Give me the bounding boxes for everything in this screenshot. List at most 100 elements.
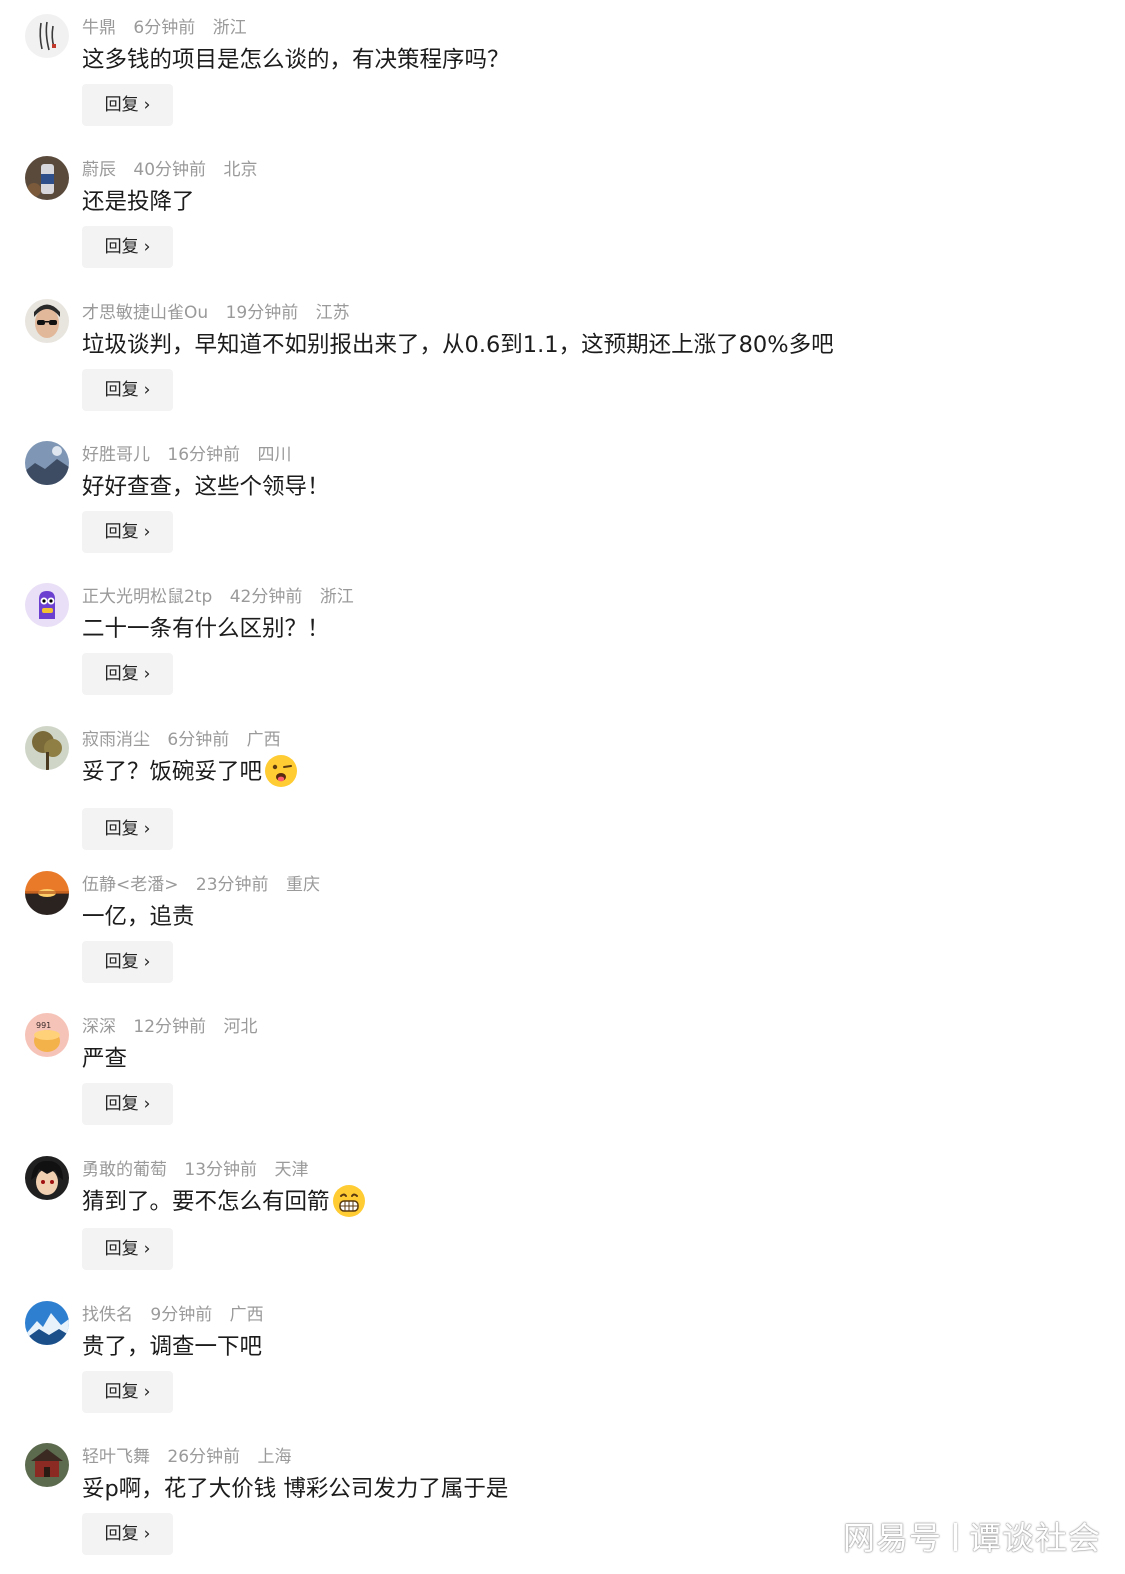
- reply-label: 回复: [104, 1382, 139, 1402]
- reply-button[interactable]: 回复 ›: [82, 808, 173, 850]
- comment-text: 一亿，追责: [82, 899, 195, 935]
- reply-label: 回复: [104, 1524, 139, 1544]
- watermark-platform: 网易号: [842, 1519, 942, 1557]
- reply-label: 回复: [104, 664, 139, 684]
- avatar[interactable]: [25, 583, 69, 627]
- location: 天津: [274, 1160, 309, 1180]
- comment-meta: 好胜哥儿 16分钟前 四川: [82, 443, 303, 467]
- location: 浙江: [212, 18, 247, 38]
- reply-label: 回复: [104, 95, 139, 115]
- username[interactable]: 正大光明松鼠2tp: [82, 587, 212, 607]
- comment-text-content: 妥了？饭碗妥了吧: [82, 759, 263, 785]
- comment-text: 这多钱的项目是怎么谈的，有决策程序吗？: [82, 42, 510, 78]
- comment-text-content: 垃圾谈判，早知道不如别报出来了，从0.6到1.1，这预期还上涨了80%多吧: [82, 332, 834, 358]
- username[interactable]: 轻叶飞舞: [82, 1447, 150, 1467]
- comment-text: 猜到了。要不怎么有回箭: [82, 1184, 366, 1220]
- reply-label: 回复: [104, 952, 139, 972]
- reply-button[interactable]: 回复 ›: [82, 941, 173, 983]
- reply-button[interactable]: 回复 ›: [82, 369, 173, 411]
- chevron-right-icon: ›: [143, 380, 151, 400]
- reply-label: 回复: [104, 819, 139, 839]
- reply-label: 回复: [104, 380, 139, 400]
- location: 北京: [223, 160, 258, 180]
- avatar[interactable]: [25, 441, 69, 485]
- username[interactable]: 伍静<老潘>: [82, 875, 179, 895]
- location: 上海: [257, 1447, 292, 1467]
- username[interactable]: 找佚名: [82, 1305, 133, 1325]
- avatar[interactable]: [25, 14, 69, 58]
- username[interactable]: 勇敢的葡萄: [82, 1160, 167, 1180]
- comment-text: 贵了，调查一下吧: [82, 1329, 262, 1365]
- username[interactable]: 蔚辰: [82, 160, 116, 180]
- comment-meta: 寂雨消尘 6分钟前 广西: [82, 728, 293, 752]
- username[interactable]: 寂雨消尘: [82, 730, 150, 750]
- location: 广西: [229, 1305, 264, 1325]
- reply-label: 回复: [104, 1094, 139, 1114]
- comment-text-content: 好好查查，这些个领导！: [82, 474, 330, 500]
- chevron-right-icon: ›: [143, 95, 151, 115]
- comment-text-content: 这多钱的项目是怎么谈的，有决策程序吗？: [82, 47, 510, 73]
- comment-meta: 才思敏捷山雀Ou 19分钟前 江苏: [82, 301, 362, 325]
- username[interactable]: 好胜哥儿: [82, 445, 150, 465]
- avatar[interactable]: [25, 726, 69, 770]
- avatar[interactable]: 991: [25, 1013, 69, 1057]
- comment-item: 勇敢的葡萄 13分钟前 天津 猜到了。要不怎么有回箭 回复 ›: [0, 1142, 1125, 1284]
- chevron-right-icon: ›: [143, 952, 151, 972]
- reply-button[interactable]: 回复 ›: [82, 511, 173, 553]
- location: 四川: [257, 445, 292, 465]
- avatar[interactable]: [25, 299, 69, 343]
- avatar[interactable]: [25, 1443, 69, 1487]
- reply-button[interactable]: 回复 ›: [82, 653, 173, 695]
- avatar[interactable]: [25, 871, 69, 915]
- chevron-right-icon: ›: [143, 1239, 151, 1259]
- timestamp: 23分钟前: [195, 875, 269, 895]
- location: 浙江: [319, 587, 354, 607]
- reply-button[interactable]: 回复 ›: [82, 1083, 173, 1125]
- comment-item: 991 深深 12分钟前 河北 严查 回复 ›: [0, 999, 1125, 1141]
- watermark: 网易号 谭谈社会: [843, 1518, 1101, 1558]
- reply-button[interactable]: 回复 ›: [82, 1371, 173, 1413]
- reply-label: 回复: [104, 237, 139, 257]
- comment-meta: 伍静<老潘> 23分钟前 重庆: [82, 873, 332, 897]
- svg-text:991: 991: [36, 1021, 51, 1030]
- watermark-account: 谭谈社会: [968, 1519, 1101, 1557]
- reply-button[interactable]: 回复 ›: [82, 1513, 173, 1555]
- username[interactable]: 深深: [82, 1017, 116, 1037]
- chevron-right-icon: ›: [143, 237, 151, 257]
- chevron-right-icon: ›: [143, 522, 151, 542]
- chevron-right-icon: ›: [143, 819, 151, 839]
- comment-meta: 正大光明松鼠2tp 42分钟前 浙江: [82, 585, 366, 609]
- comment-item: 正大光明松鼠2tp 42分钟前 浙江 二十一条有什么区别？！ 回复 ›: [0, 569, 1125, 711]
- avatar[interactable]: [25, 156, 69, 200]
- comment-text: 垃圾谈判，早知道不如别报出来了，从0.6到1.1，这预期还上涨了80%多吧: [82, 327, 834, 363]
- comment-text-content: 二十一条有什么区别？！: [82, 616, 330, 642]
- timestamp: 26分钟前: [167, 1447, 241, 1467]
- comment-text: 二十一条有什么区别？！: [82, 611, 330, 647]
- comment-item: 才思敏捷山雀Ou 19分钟前 江苏 垃圾谈判，早知道不如别报出来了，从0.6到1…: [0, 285, 1125, 427]
- chevron-right-icon: ›: [143, 1524, 151, 1544]
- comment-text: 严查: [82, 1041, 127, 1077]
- comment-item: 好胜哥儿 16分钟前 四川 好好查查，这些个领导！ 回复 ›: [0, 427, 1125, 569]
- location: 河北: [223, 1017, 258, 1037]
- timestamp: 13分钟前: [184, 1160, 258, 1180]
- reply-button[interactable]: 回复 ›: [82, 84, 173, 126]
- reply-button[interactable]: 回复 ›: [82, 226, 173, 268]
- reply-button[interactable]: 回复 ›: [82, 1228, 173, 1270]
- timestamp: 16分钟前: [167, 445, 241, 465]
- comment-text: 妥了？饭碗妥了吧: [82, 754, 298, 790]
- comment-item: 找佚名 9分钟前 广西 贵了，调查一下吧 回复 ›: [0, 1287, 1125, 1429]
- avatar[interactable]: [25, 1301, 69, 1345]
- comment-meta: 轻叶飞舞 26分钟前 上海: [82, 1445, 303, 1469]
- comment-item: 伍静<老潘> 23分钟前 重庆 一亿，追责 回复 ›: [0, 857, 1125, 999]
- reply-label: 回复: [104, 522, 139, 542]
- comment-text-content: 妥p啊，花了大价钱 博彩公司发力了属于是: [82, 1476, 509, 1502]
- username[interactable]: 才思敏捷山雀Ou: [82, 303, 208, 323]
- username[interactable]: 牛鼎: [82, 18, 116, 38]
- comment-text-content: 贵了，调查一下吧: [82, 1334, 263, 1360]
- watermark-divider: [953, 1523, 957, 1551]
- avatar[interactable]: [25, 1156, 69, 1200]
- comment-item: 蔚辰 40分钟前 北京 还是投降了 回复 ›: [0, 142, 1125, 284]
- comment-item: 牛鼎 6分钟前 浙江 这多钱的项目是怎么谈的，有决策程序吗？ 回复 ›: [0, 0, 1125, 142]
- wink-tongue-emoji-icon: [265, 754, 298, 787]
- comment-text-content: 一亿，追责: [82, 904, 195, 930]
